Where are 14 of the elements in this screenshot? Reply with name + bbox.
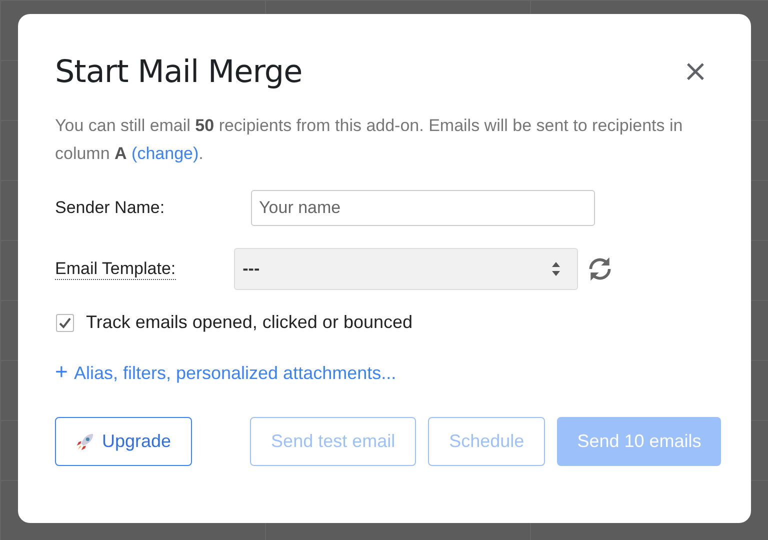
checkbox[interactable]: [56, 314, 74, 332]
sender-name-field[interactable]: Your name: [251, 190, 595, 226]
options-link[interactable]: + Alias, filters, personalized attachments...: [55, 359, 396, 385]
intro-text: You can still email 50 recipients from this add-on. Emails will be sent to recipients in column A (change).: [55, 115, 684, 165]
change-link[interactable]: (change): [132, 144, 199, 163]
updown-icon: [550, 261, 561, 277]
field-label: Email Template:: [55, 258, 176, 280]
template-dropdown[interactable]: ---: [234, 248, 578, 290]
dialog-title: Start Mail Merge: [55, 54, 302, 90]
upgrade-button[interactable]: Upgrade: [55, 417, 192, 466]
checkbox-label: Track emails opened, clicked or bounced: [86, 312, 413, 333]
close-button[interactable]: ×: [676, 57, 714, 87]
field-label: Sender Name:: [55, 198, 166, 218]
rocket-icon: [76, 432, 94, 450]
